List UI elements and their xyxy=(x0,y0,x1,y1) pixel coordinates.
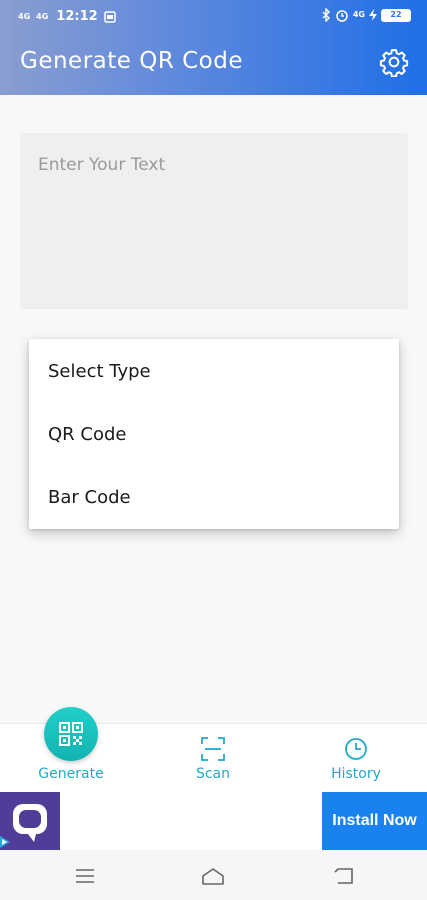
gear-icon[interactable] xyxy=(379,47,409,77)
battery-icon: 22 xyxy=(381,8,411,22)
network-4g: 4G xyxy=(352,10,365,19)
text-input[interactable]: Enter Your Text xyxy=(20,133,408,309)
qr-icon xyxy=(59,722,83,746)
menu-item-select-type[interactable]: Select Type xyxy=(48,361,151,382)
text-input-placeholder: Enter Your Text xyxy=(38,155,166,175)
menu-item-bar-code[interactable]: Bar Code xyxy=(48,487,131,508)
type-dropdown-menu: Select Type QR Code Bar Code xyxy=(29,339,399,529)
nav-history[interactable]: History xyxy=(285,724,427,793)
app-bar: 4G 4G 12:12 4G 22 Generate QR Code xyxy=(0,0,427,95)
back-icon[interactable] xyxy=(332,865,356,887)
home-icon[interactable] xyxy=(201,865,225,887)
alarm-icon xyxy=(336,10,348,22)
install-now-button[interactable]: Install Now xyxy=(322,792,427,850)
menu-item-qr-code[interactable]: QR Code xyxy=(48,424,126,445)
nav-scan[interactable]: Scan xyxy=(142,724,284,793)
nav-generate-label: Generate xyxy=(38,766,104,782)
nav-history-label: History xyxy=(331,766,381,782)
page-title: Generate QR Code xyxy=(20,48,244,74)
generate-button-circle[interactable] xyxy=(44,707,98,761)
ad-banner[interactable]: Install Now xyxy=(0,792,427,850)
charging-icon xyxy=(369,9,377,21)
system-navigation-bar xyxy=(0,850,427,900)
clock-time: 12:12 xyxy=(56,9,98,24)
signal-2: 4G xyxy=(36,11,49,21)
scan-frame-icon xyxy=(201,737,225,761)
nav-scan-label: Scan xyxy=(195,766,231,782)
bottom-navigation: Generate Scan History xyxy=(0,707,427,793)
bluetooth-icon xyxy=(322,8,330,22)
menu-icon[interactable] xyxy=(73,865,97,887)
ad-app-logo[interactable] xyxy=(0,792,60,850)
notification-icon xyxy=(103,10,116,23)
status-bar: 4G 4G 12:12 4G 22 xyxy=(0,0,427,34)
nav-generate[interactable]: Generate xyxy=(0,707,142,793)
signal-1: 4G xyxy=(18,11,31,21)
clock-icon xyxy=(345,738,367,760)
ad-logo-icon xyxy=(0,804,47,848)
